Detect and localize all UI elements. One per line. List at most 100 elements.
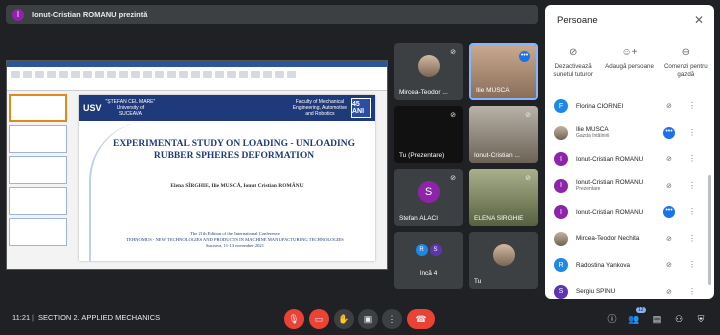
separator: | xyxy=(32,313,34,322)
slide-authors: Elena SÎRGHIE, Ilie MUSCĂ, Ionut Cristia… xyxy=(170,183,304,189)
bottom-bar: 11:21 | SECTION 2. APPLIED MECHANICS 🎙 ▭… xyxy=(0,303,720,335)
host-controls-icon[interactable]: ⛨ xyxy=(695,313,707,325)
close-icon[interactable]: ✕ xyxy=(694,13,704,27)
participant-tile[interactable]: S ⊘ Stefan ALACI xyxy=(394,169,463,226)
hang-up-icon: ☎ xyxy=(415,313,427,324)
participant-avatar: R xyxy=(415,244,428,256)
presenting-banner: I Ionut-Cristian ROMANU prezintă xyxy=(6,5,538,24)
participant-avatar: I xyxy=(554,152,568,167)
camera-off-icon: ▭ xyxy=(314,313,324,324)
leave-call-button[interactable]: ☎ xyxy=(407,309,435,329)
participant-name: Stefan ALACI xyxy=(399,215,439,222)
more-options-icon[interactable]: ••• xyxy=(519,51,530,62)
info-icon[interactable]: ⓘ xyxy=(606,313,618,325)
mic-off-icon[interactable]: ⊘ xyxy=(666,261,672,269)
participant-avatar: I xyxy=(554,205,568,220)
present-icon: ▣ xyxy=(363,313,373,324)
mic-off-icon[interactable]: ⊘ xyxy=(666,235,672,243)
slide-thumbnail xyxy=(9,218,67,246)
more-vert-icon[interactable]: ⋮ xyxy=(688,154,696,163)
activities-icon[interactable]: ⚇ xyxy=(673,313,685,325)
participant-avatar: R xyxy=(554,258,568,273)
participant-name: ELENA SÎRGHIE xyxy=(474,215,524,222)
chat-icon[interactable]: ▤ xyxy=(651,313,663,325)
participant-name: Radostina Yankova xyxy=(576,261,631,269)
presenting-text: Ionut-Cristian ROMANU prezintă xyxy=(32,10,148,19)
participant-name: Mircea-Teodor Nechita xyxy=(576,235,640,243)
participant-tile[interactable]: ••• Ilie MUSCA xyxy=(469,43,538,100)
list-item[interactable]: R Radostina Yankova ⊘ ⋮ xyxy=(545,252,714,279)
participant-tile[interactable]: ⊘ ELENA SÎRGHIE xyxy=(469,169,538,226)
speaking-indicator-icon: ••• xyxy=(663,206,675,218)
anniversary-badge: 45 ANI xyxy=(351,98,371,118)
slide-thumbnail xyxy=(9,94,67,122)
slide-thumbnail xyxy=(9,156,67,184)
participant-tile[interactable]: ⊘ Mircea-Teodor ... xyxy=(394,43,463,100)
host-controls-button[interactable]: ⊖ Comenzi pentru gazdă xyxy=(658,47,714,79)
mic-toggle-button[interactable]: 🎙 xyxy=(284,309,304,329)
mic-off-icon: ⊘ xyxy=(525,175,531,182)
participant-avatar xyxy=(554,231,568,246)
more-vert-icon[interactable]: ⋮ xyxy=(688,101,696,110)
camera-toggle-button[interactable]: ▭ xyxy=(309,309,329,329)
participant-tile[interactable]: ⊘ Tu (Prezentare) xyxy=(394,106,463,163)
current-slide: USV "ȘTEFAN CEL MARE" University of SUCE… xyxy=(79,95,375,261)
more-participants-label: Încă 4 xyxy=(419,270,438,277)
slide-thumbnail xyxy=(9,125,67,153)
raise-hand-button[interactable]: ✋ xyxy=(334,309,354,329)
participant-avatar: S xyxy=(554,284,568,299)
participant-list: F Florina CIORNEI ⊘ ⋮ Ilie MUSCA Gazda î… xyxy=(545,93,714,299)
more-participants-avatars: R S xyxy=(415,244,442,256)
presenter-avatar: I xyxy=(12,8,24,21)
participant-name: Tu xyxy=(474,278,482,285)
add-people-button[interactable]: ☺+ Adaugă persoane xyxy=(601,47,657,79)
hand-icon: ✋ xyxy=(338,313,350,324)
university-name: "ȘTEFAN CEL MARE" University of SUCEAVA xyxy=(105,99,156,117)
mic-off-icon[interactable]: ⊘ xyxy=(666,102,672,110)
participant-tile[interactable]: ⊘ Ionut-Cristian ... xyxy=(469,106,538,163)
participant-name: Ionut-Cristian ... xyxy=(474,152,520,159)
list-item[interactable]: F Florina CIORNEI ⊘ ⋮ xyxy=(545,93,714,120)
list-item[interactable]: Ilie MUSCA Gazda întâlnirii ••• ⋮ xyxy=(545,120,714,147)
more-participants-tile[interactable]: R S Încă 4 xyxy=(394,232,463,289)
people-icon[interactable]: 👥 xyxy=(628,313,640,325)
university-logo: USV xyxy=(83,103,102,113)
participant-name: Ilie MUSCA xyxy=(476,87,510,94)
participant-avatar xyxy=(554,125,568,140)
list-item[interactable]: I Ionut-Cristian ROMANU Prezentare ⊘ ⋮ xyxy=(545,173,714,200)
list-item[interactable]: I Ionut-Cristian ROMANU ⊘ ⋮ xyxy=(545,146,714,173)
participant-photo xyxy=(492,244,515,266)
speaking-indicator-icon: ••• xyxy=(663,126,675,139)
panel-title: Persoane xyxy=(557,15,598,26)
participant-name: Mircea-Teodor ... xyxy=(399,89,448,96)
more-vert-icon[interactable]: ⋮ xyxy=(688,207,696,216)
mic-off-icon[interactable]: ⊘ xyxy=(666,288,672,296)
more-vert-icon[interactable]: ⋮ xyxy=(688,181,696,190)
participant-name: Ilie MUSCA xyxy=(576,126,609,134)
more-vert-icon[interactable]: ⋮ xyxy=(688,260,696,269)
mute-all-button[interactable]: ⊘ Dezactivează sunetul tuturor xyxy=(545,47,601,79)
mic-off-icon: ⊘ xyxy=(525,112,531,119)
mic-off-icon: ⊘ xyxy=(450,49,456,56)
meet-window: I Ionut-Cristian ROMANU prezintă USV "ȘT… xyxy=(0,0,720,335)
self-tile[interactable]: Tu xyxy=(469,232,538,289)
list-item[interactable]: S Sergiu SPÎNU ⊘ ⋮ xyxy=(545,279,714,300)
mic-off-icon[interactable]: ⊘ xyxy=(666,182,672,190)
more-vert-icon[interactable]: ⋮ xyxy=(688,128,696,137)
list-item[interactable]: Mircea-Teodor Nechita ⊘ ⋮ xyxy=(545,226,714,253)
toggle-icon: ⊖ xyxy=(681,47,691,58)
mic-off-icon[interactable]: ⊘ xyxy=(666,155,672,163)
list-item[interactable]: I Ionut-Cristian ROMANU ••• ⋮ xyxy=(545,199,714,226)
panel-scrollbar[interactable] xyxy=(708,175,711,285)
participant-avatar: F xyxy=(554,99,568,114)
shared-screen[interactable]: USV "ȘTEFAN CEL MARE" University of SUCE… xyxy=(6,60,388,270)
participant-name: Ionut-Cristian ROMANU xyxy=(576,179,644,187)
participant-count-badge: 12 xyxy=(636,307,646,313)
people-panel: Persoane ✕ ⊘ Dezactivează sunetul tuturo… xyxy=(545,5,714,299)
participant-name: Sergiu SPÎNU xyxy=(576,288,616,296)
more-options-button[interactable]: ⋮ xyxy=(382,309,402,329)
more-vert-icon[interactable]: ⋮ xyxy=(688,287,696,296)
more-vert-icon[interactable]: ⋮ xyxy=(688,234,696,243)
participant-avatar: I xyxy=(554,178,568,193)
present-button[interactable]: ▣ xyxy=(358,309,378,329)
